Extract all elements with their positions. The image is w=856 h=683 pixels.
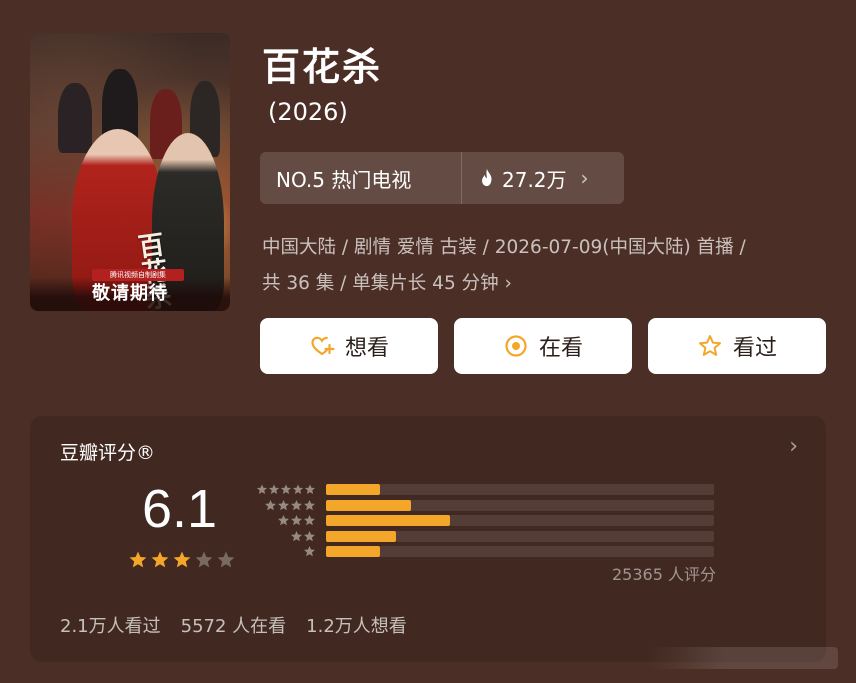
meta-line-text: 共 36 集 / 单集片长 45 分钟 — [262, 273, 499, 294]
star-small-icon — [304, 530, 315, 542]
star-small-icon — [280, 484, 292, 495]
star-filled-icon — [129, 551, 147, 568]
star-small-icon — [278, 515, 289, 526]
star-empty-icon — [217, 551, 235, 568]
star-outline-icon — [698, 335, 721, 356]
distribution-row — [256, 513, 736, 529]
meta-line-2: 共 36 集 / 单集片长 45 分钟 › — [262, 266, 832, 302]
meta-line: 中国大陆 / 剧情 爱情 古装 / 2026-07-09(中国大陆) 首播 / — [262, 237, 746, 258]
distribution-row — [256, 482, 736, 498]
watching-button[interactable]: 在看 — [454, 318, 632, 374]
watched-button[interactable]: 看过 — [648, 318, 826, 374]
distribution-bar-track — [326, 546, 714, 558]
poster-image[interactable]: 百花杀 腾讯视频自制剧集 敬请期待 — [30, 33, 230, 311]
star-small-icon — [292, 484, 304, 495]
target-icon — [505, 335, 527, 357]
star-small-icon — [291, 530, 302, 542]
star-small-icon — [291, 499, 302, 511]
chevron-right-icon: › — [580, 166, 589, 190]
chevron-right-icon[interactable]: › — [789, 434, 798, 459]
rating-score: 6.1 — [142, 479, 218, 539]
star-small-icon — [268, 484, 280, 495]
release-year: (2026) — [268, 98, 348, 126]
star-small-icon — [265, 499, 276, 511]
ranking-chip[interactable]: NO.5 热门电视 27.2万 › — [260, 152, 624, 204]
distribution-bar-track — [326, 530, 714, 542]
distribution-bar — [326, 546, 381, 558]
rating-distribution — [256, 482, 736, 560]
distribution-row — [256, 529, 736, 545]
star-filled-icon — [151, 551, 169, 568]
poster-figure — [58, 83, 92, 153]
distribution-bar-track — [326, 499, 714, 511]
flame-icon — [482, 169, 492, 187]
star-small-icon — [304, 515, 315, 526]
distribution-bar-track — [326, 515, 714, 527]
watched-count[interactable]: 2.1万人看过 — [60, 612, 161, 638]
heat-value: 27.2万 — [502, 167, 567, 192]
watermark — [648, 647, 838, 669]
distribution-bar — [326, 515, 451, 527]
star-filled-icon — [173, 551, 191, 568]
want-to-watch-button[interactable]: 想看 — [260, 318, 438, 374]
distribution-stars — [256, 530, 326, 543]
watching-label: 在看 — [538, 336, 583, 361]
distribution-bar — [326, 530, 396, 542]
subject-meta[interactable]: 中国大陆 / 剧情 爱情 古装 / 2026-07-09(中国大陆) 首播 / … — [262, 230, 832, 302]
distribution-bar-track — [326, 484, 714, 496]
ranking-label: NO.5 热门电视 — [260, 152, 462, 204]
watched-label: 看过 — [732, 336, 777, 361]
star-small-icon — [256, 484, 268, 495]
distribution-stars — [256, 545, 326, 558]
subject-page: 百花杀 腾讯视频自制剧集 敬请期待 百花杀 (2026) NO.5 热门电视 2… — [0, 0, 856, 683]
heart-plus-icon — [311, 336, 335, 356]
action-buttons: 想看 在看 看过 — [260, 318, 826, 374]
chevron-right-icon: › — [504, 273, 512, 294]
audience-stats: 2.1万人看过 5572 人在看 1.2万人想看 — [60, 612, 407, 638]
heat-link[interactable]: 27.2万 › — [462, 152, 624, 204]
rating-count: 25365 人评分 — [612, 565, 716, 584]
distribution-bar — [326, 484, 381, 496]
star-small-icon — [291, 515, 302, 526]
star-small-icon — [304, 484, 316, 495]
distribution-stars — [256, 514, 326, 527]
rating-card[interactable]: 豆瓣评分® › 6.1 25365 人评分 2.1万人看过 5572 人在看 1… — [30, 416, 826, 662]
want-count[interactable]: 1.2万人想看 — [306, 612, 407, 638]
rating-title: 豆瓣评分® — [60, 442, 156, 464]
distribution-bar — [326, 499, 412, 511]
star-small-icon — [278, 499, 289, 511]
poster-cta: 敬请期待 — [92, 283, 168, 304]
distribution-stars — [256, 483, 326, 496]
want-to-watch-label: 想看 — [344, 336, 389, 361]
watching-count[interactable]: 5572 人在看 — [181, 612, 287, 638]
score-stars — [128, 550, 236, 570]
distribution-row — [256, 544, 736, 560]
star-empty-icon — [195, 551, 213, 568]
page-title: 百花杀 — [262, 45, 383, 89]
distribution-stars — [256, 499, 326, 512]
star-small-icon — [304, 546, 315, 557]
star-small-icon — [304, 499, 315, 511]
distribution-row — [256, 498, 736, 514]
